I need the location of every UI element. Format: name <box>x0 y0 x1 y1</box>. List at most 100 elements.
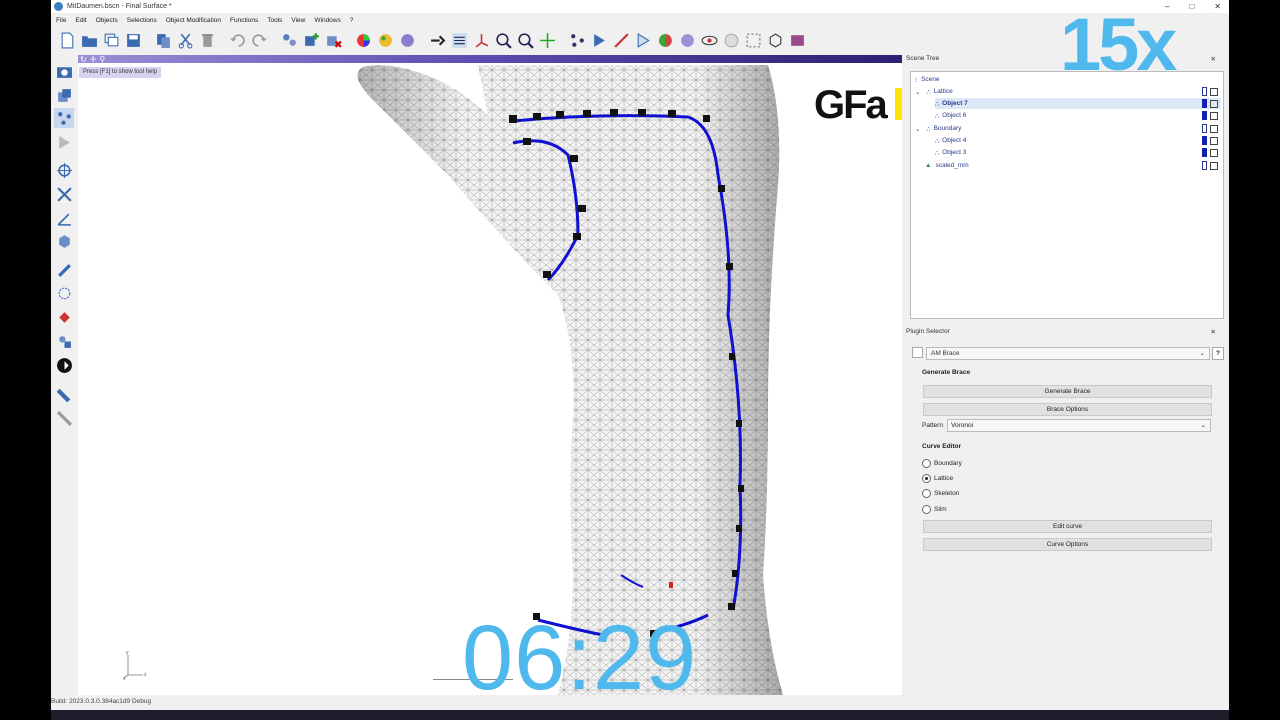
undo-button[interactable] <box>227 30 247 50</box>
expand-icon[interactable]: ⌄ <box>915 125 920 133</box>
tree-item-scaled-mm[interactable]: ▲ scaled_mm <box>925 160 1221 171</box>
cube-icon[interactable] <box>1210 87 1218 96</box>
box-tool[interactable] <box>54 231 74 251</box>
maximize-button[interactable]: □ <box>1189 2 1194 11</box>
tree-item-object-4[interactable]: ∴ Object 4 <box>935 135 1221 146</box>
radio-skeleton[interactable] <box>922 489 931 498</box>
wire-button[interactable] <box>721 30 741 50</box>
pattern-dropdown[interactable]: Voronoi ⌄ <box>947 419 1211 432</box>
axis-button[interactable] <box>471 30 491 50</box>
knife-tool[interactable] <box>54 408 74 428</box>
radio-slim[interactable] <box>922 505 931 514</box>
plugin-help-button[interactable]: ? <box>1212 347 1224 360</box>
cube-icon[interactable] <box>1210 124 1218 133</box>
menu-functions[interactable]: Functions <box>230 17 258 24</box>
tree-item-lattice[interactable]: ⌄ ∴ Lattice <box>915 86 1221 97</box>
view-button[interactable] <box>699 30 719 50</box>
menu-help[interactable]: ? <box>350 17 354 24</box>
plugin-selector-close-icon[interactable]: ✕ <box>1211 328 1216 336</box>
visibility-toggle[interactable] <box>1202 161 1207 170</box>
camera-align-button[interactable] <box>449 30 469 50</box>
box-select-button[interactable] <box>743 30 763 50</box>
hand-mesh-model[interactable] <box>78 55 902 695</box>
visibility-toggle[interactable] <box>1202 111 1207 120</box>
add-object-button[interactable] <box>301 30 321 50</box>
menu-file[interactable]: File <box>56 17 66 24</box>
point-tool[interactable] <box>54 108 74 128</box>
shading-button[interactable] <box>655 30 675 50</box>
open-file-button[interactable] <box>79 30 99 50</box>
edit-curve-button[interactable]: Edit curve <box>923 520 1212 533</box>
material-button[interactable] <box>397 30 417 50</box>
cube-icon[interactable] <box>1210 111 1218 120</box>
cube-icon[interactable] <box>1210 148 1218 157</box>
select-points-button[interactable] <box>567 30 587 50</box>
menu-tools[interactable]: Tools <box>267 17 282 24</box>
mesh-button[interactable] <box>677 30 697 50</box>
delete-button[interactable] <box>197 30 217 50</box>
tree-item-boundary[interactable]: ⌄ ∴ Boundary <box>915 123 1221 134</box>
menu-selections[interactable]: Selections <box>127 17 157 24</box>
plugin-tool[interactable] <box>54 355 74 375</box>
tree-item-object-6[interactable]: ∴ Object 6 <box>935 110 1221 121</box>
generate-brace-button[interactable]: Generate Brace <box>923 385 1212 398</box>
visibility-toggle[interactable] <box>1202 148 1207 157</box>
visibility-toggle[interactable] <box>1202 124 1207 133</box>
menu-view[interactable]: View <box>291 17 305 24</box>
pen-icon <box>613 32 629 48</box>
close-button[interactable]: ✕ <box>1214 2 1221 11</box>
3d-viewport[interactable]: ↻ ✛ ⚲ Press [F1] to show tool help GFa y… <box>78 55 902 695</box>
cube-icon[interactable] <box>1210 136 1218 145</box>
curve-options-button[interactable]: Curve Options <box>923 538 1212 551</box>
paint-tool[interactable] <box>54 308 74 328</box>
cube-icon[interactable] <box>1210 99 1218 108</box>
cut-button[interactable] <box>175 30 195 50</box>
expand-icon[interactable]: ⌄ <box>915 88 920 96</box>
arrow-icon <box>58 135 70 149</box>
cube-icon[interactable] <box>1210 161 1218 170</box>
lasso-tool[interactable] <box>54 284 74 304</box>
remove-object-button[interactable] <box>323 30 343 50</box>
tree-item-object-3[interactable]: ∴ Object 3 <box>935 147 1221 158</box>
object-tool-1[interactable] <box>279 30 299 50</box>
measure-tool[interactable] <box>54 208 74 228</box>
scene-tree-close-icon[interactable]: ✕ <box>1211 55 1216 63</box>
texture-button[interactable] <box>375 30 395 50</box>
new-file-button[interactable] <box>57 30 77 50</box>
redo-button[interactable] <box>249 30 269 50</box>
film-button[interactable] <box>787 30 807 50</box>
draw-line-button[interactable] <box>611 30 631 50</box>
copy-window-button[interactable] <box>101 30 121 50</box>
menu-edit[interactable]: Edit <box>75 17 86 24</box>
visibility-toggle[interactable] <box>1202 99 1207 108</box>
select-tool[interactable] <box>54 132 74 152</box>
rotate-tool[interactable] <box>54 160 74 180</box>
menu-object-modification[interactable]: Object Modification <box>166 17 221 24</box>
save-button[interactable] <box>123 30 143 50</box>
ruler-tool[interactable] <box>54 384 74 404</box>
pivot-button[interactable] <box>537 30 557 50</box>
radio-boundary[interactable] <box>922 459 931 468</box>
zoom-in-button[interactable] <box>493 30 513 50</box>
camera-tool[interactable] <box>54 61 74 81</box>
brace-options-button[interactable]: Brace Options <box>923 403 1212 416</box>
plugin-dropdown[interactable]: AM Brace ⌄ <box>926 347 1210 360</box>
tree-item-object-7[interactable]: ∴ Object 7 <box>935 98 1221 109</box>
menu-objects[interactable]: Objects <box>96 17 118 24</box>
menu-windows[interactable]: Windows <box>314 17 340 24</box>
cube-view-button[interactable] <box>765 30 785 50</box>
shapes-tool[interactable] <box>54 331 74 351</box>
zoom-out-icon <box>517 32 534 49</box>
color-button[interactable] <box>353 30 373 50</box>
copy-button[interactable] <box>153 30 173 50</box>
camera-front-button[interactable] <box>427 30 447 50</box>
zoom-out-button[interactable] <box>515 30 535 50</box>
select-triangle-button[interactable] <box>633 30 653 50</box>
brush-tool[interactable] <box>54 260 74 280</box>
visibility-toggle[interactable] <box>1202 136 1207 145</box>
object-tool[interactable] <box>54 85 74 105</box>
cross-tool[interactable] <box>54 184 74 204</box>
select-tool-button[interactable] <box>589 30 609 50</box>
visibility-toggle[interactable] <box>1202 87 1207 96</box>
radio-lattice[interactable] <box>922 474 931 483</box>
